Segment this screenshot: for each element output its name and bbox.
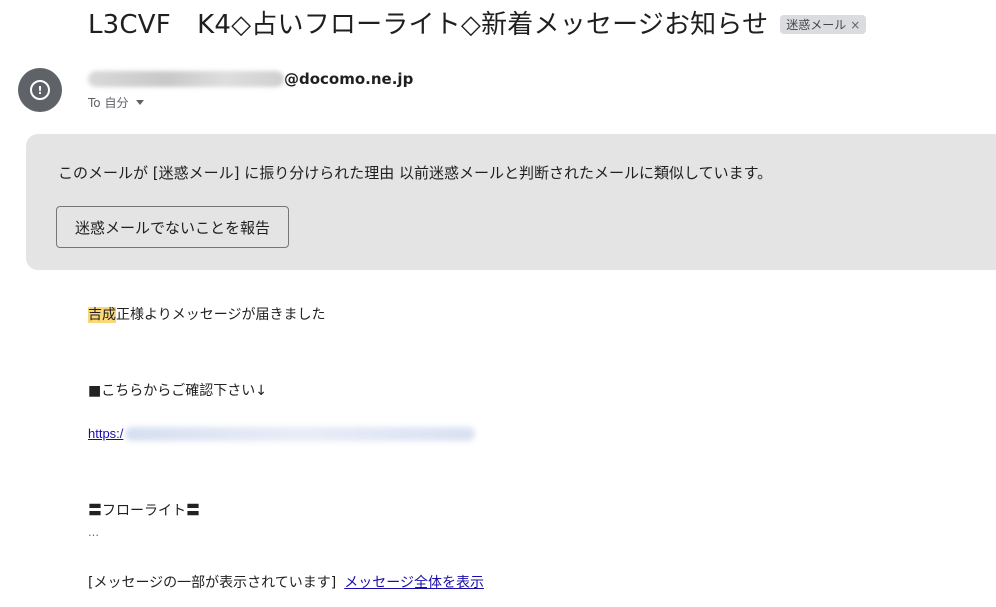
greeting-text: 正様よりメッセージが届きました — [116, 307, 326, 323]
sender-domain[interactable]: @docomo.ne.jp — [284, 70, 413, 88]
alert-circle-icon: ! — [30, 80, 50, 100]
chevron-down-icon[interactable] — [136, 100, 145, 105]
redacted-sender-name — [88, 71, 284, 87]
sender-row: @docomo.ne.jp — [88, 70, 413, 88]
subject-row: L3CVF K4◇占いフローライト◇新着メッセージお知らせ 迷惑メール × — [88, 4, 867, 41]
report-not-spam-button[interactable]: 迷惑メールでないことを報告 — [56, 206, 290, 248]
email-view: L3CVF K4◇占いフローライト◇新着メッセージお知らせ 迷惑メール × ! … — [0, 0, 996, 607]
spam-warning-text: このメールが [迷惑メール] に振り分けられた理由 以前迷惑メールと判断されたメ… — [58, 164, 773, 182]
highlighted-name: 吉成 — [88, 307, 116, 323]
email-subject: L3CVF K4◇占いフローライト◇新着メッセージお知らせ — [88, 10, 769, 40]
quoted-text-ellipsis[interactable]: … — [88, 526, 99, 539]
clipped-notice-text: [メッセージの一部が表示されています] — [88, 575, 337, 591]
spam-label-chip: 迷惑メール × — [780, 15, 867, 34]
view-entire-message-link[interactable]: メッセージ全体を表示 — [344, 575, 484, 591]
remove-label-icon[interactable]: × — [850, 18, 860, 32]
brand-line: 〓フローライト〓 — [88, 503, 200, 519]
message-link[interactable]: https:/ — [88, 426, 123, 441]
alert-glyph: ! — [37, 83, 43, 97]
recipient-row[interactable]: To 自分 — [88, 94, 145, 111]
greeting-line: 吉成正様よりメッセージが届きました — [88, 304, 325, 324]
redacted-link-url — [125, 426, 476, 441]
prompt-line: ■こちらからご確認下さい↓ — [88, 383, 267, 399]
clipped-message-notice: [メッセージの一部が表示されています] メッセージ全体を表示 — [88, 572, 484, 592]
spam-label-text: 迷惑メール — [786, 18, 847, 32]
spam-warning-banner: このメールが [迷惑メール] に振り分けられた理由 以前迷惑メールと判断されたメ… — [26, 134, 996, 270]
message-link-row[interactable]: https:/ — [88, 426, 476, 441]
sender-avatar[interactable]: ! — [18, 68, 62, 112]
recipient-label: To 自分 — [88, 96, 129, 110]
